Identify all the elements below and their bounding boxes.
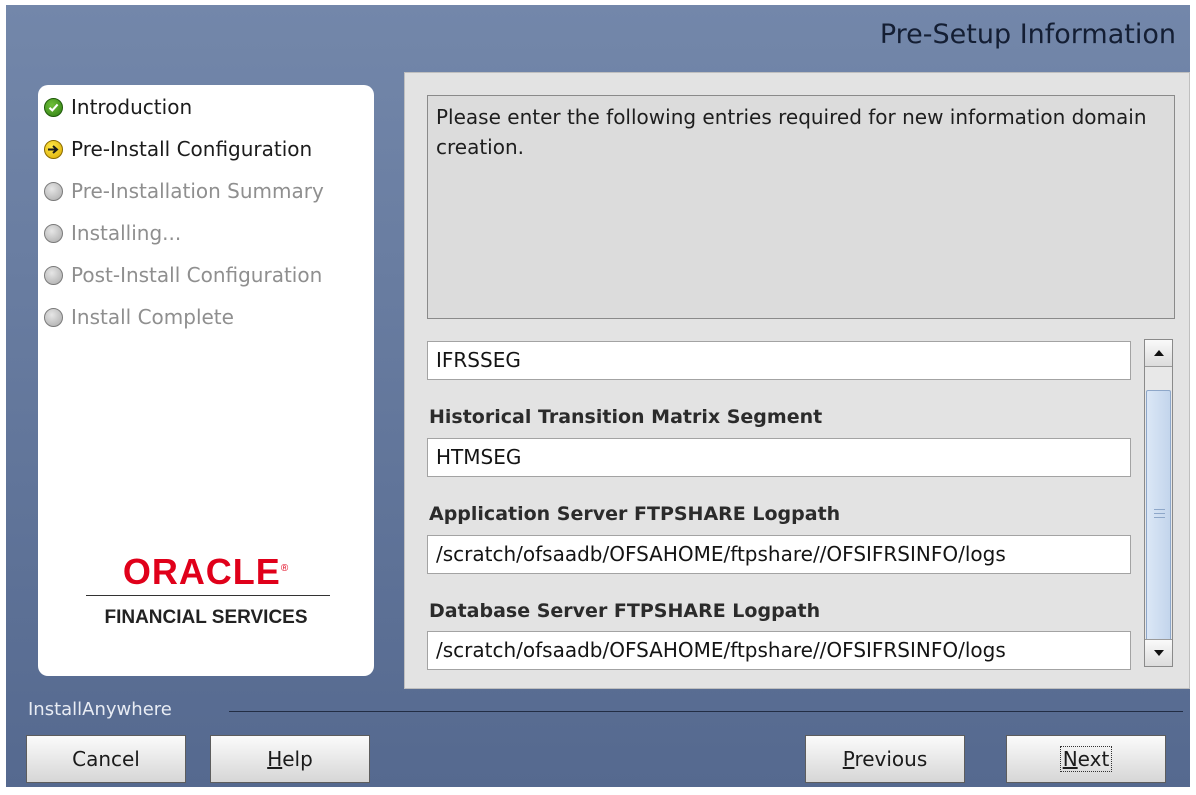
empty-circle-icon (44, 265, 63, 285)
logo-divider (86, 595, 330, 596)
page-title: Pre-Setup Information (879, 19, 1176, 50)
htm-segment-label: Historical Transition Matrix Segment (429, 406, 823, 428)
check-circle-icon (44, 97, 63, 117)
step-pre-installation-summary: Pre-Installation Summary (44, 179, 324, 203)
scrollbar-thumb[interactable] (1146, 390, 1171, 642)
step-introduction: Introduction (44, 95, 192, 119)
step-label: Post-Install Configuration (71, 263, 323, 287)
step-pre-install-configuration: Pre-Install Configuration (44, 137, 312, 161)
next-button[interactable]: Next (1006, 735, 1166, 783)
cancel-button[interactable]: Cancel (26, 735, 186, 783)
logo-subtitle: FINANCIAL SERVICES (104, 607, 308, 628)
next-label: Next (1059, 746, 1113, 772)
previous-button[interactable]: Previous (805, 735, 965, 783)
ifrs-segment-field[interactable]: IFRSSEG (427, 341, 1131, 380)
db-server-logpath-label: Database Server FTPSHARE Logpath (429, 600, 821, 622)
steps-panel: Introduction Pre-Install Configuration P… (38, 85, 374, 676)
content-panel: Please enter the following entries requi… (404, 72, 1190, 689)
step-label: Installing... (71, 221, 182, 245)
step-label: Pre-Installation Summary (71, 179, 324, 203)
footer-divider (229, 711, 1183, 712)
empty-circle-icon (44, 181, 63, 201)
app-server-logpath-field[interactable]: /scratch/ofsaadb/OFSAHOME/ftpshare//OFSI… (427, 535, 1131, 574)
step-post-install-configuration: Post-Install Configuration (44, 263, 322, 287)
cancel-label: Cancel (72, 747, 140, 771)
help-label: Help (267, 747, 313, 771)
vertical-scrollbar[interactable] (1144, 339, 1173, 667)
step-install-complete: Install Complete (44, 305, 234, 329)
step-label: Pre-Install Configuration (71, 137, 313, 161)
arrow-down-icon[interactable] (1145, 639, 1172, 666)
arrow-right-circle-icon (44, 139, 63, 159)
help-button[interactable]: Help (210, 735, 370, 783)
empty-circle-icon (44, 223, 63, 243)
arrow-up-icon[interactable] (1145, 340, 1172, 367)
description-text: Please enter the following entries requi… (427, 95, 1175, 319)
previous-label: Previous (842, 747, 928, 771)
step-label: Install Complete (71, 305, 234, 329)
app-server-logpath-label: Application Server FTPSHARE Logpath (429, 503, 841, 525)
db-server-logpath-field[interactable]: /scratch/ofsaadb/OFSAHOME/ftpshare//OFSI… (427, 631, 1131, 670)
empty-circle-icon (44, 307, 63, 327)
installanywhere-label: InstallAnywhere (28, 699, 172, 720)
step-installing: Installing... (44, 221, 181, 245)
oracle-logo: ORACLE® (122, 551, 290, 592)
step-label: Introduction (71, 95, 193, 119)
installer-window: Pre-Setup Information Introduction Pre-I… (6, 5, 1190, 787)
htm-segment-field[interactable]: HTMSEG (427, 438, 1131, 477)
